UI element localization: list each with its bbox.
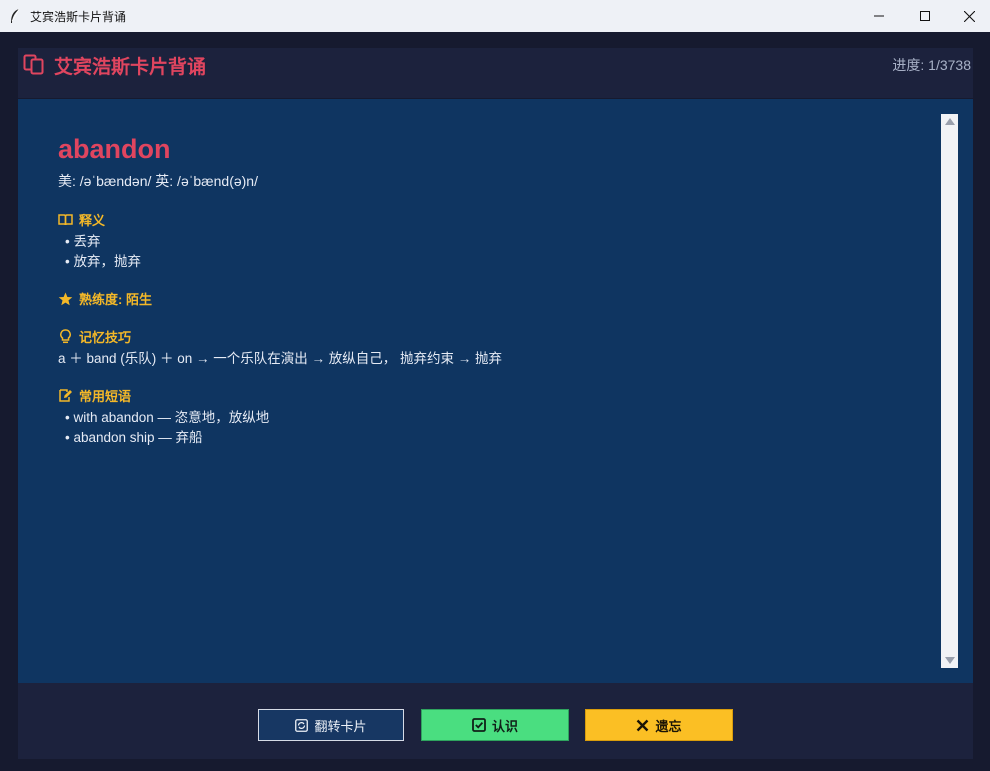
know-button[interactable]: 认识: [421, 709, 569, 741]
definition-item: • 放弃，抛弃: [65, 254, 141, 269]
card-scrollbar[interactable]: [941, 114, 958, 668]
phrase-item: • with abandon — 恣意地，放纵地: [65, 410, 270, 425]
definition-title: 释义: [79, 213, 106, 228]
proficiency-heading: 熟练度: 陌生: [58, 289, 152, 308]
close-icon: [963, 10, 975, 22]
window-titlebar: 艾宾浩斯卡片背诵: [0, 0, 990, 33]
flip-card-button[interactable]: 翻转卡片: [258, 709, 404, 741]
scroll-up-arrow[interactable]: [945, 118, 955, 125]
rotate-icon: [295, 718, 309, 732]
scroll-down-arrow[interactable]: [945, 657, 955, 664]
maximize-icon: [920, 11, 930, 21]
lightbulb-icon: [60, 329, 71, 344]
word-heading: abandon: [58, 134, 171, 164]
app-name: 艾宾浩斯卡片背诵: [54, 57, 207, 78]
feather-icon: [11, 8, 20, 23]
phrase-item: • abandon ship — 弃船: [65, 430, 203, 445]
phonetic: 美: /əˈbændən/ 英: /əˈbænd(ə)n/: [58, 173, 258, 189]
window-title: 艾宾浩斯卡片背诵: [30, 10, 127, 24]
forgot-button[interactable]: 遗忘: [585, 709, 733, 741]
star-icon: [58, 292, 73, 305]
minimize-button[interactable]: [856, 0, 902, 32]
proficiency-label: 熟练度: 陌生: [79, 292, 152, 307]
maximize-button[interactable]: [902, 0, 948, 32]
memory-heading: 记忆技巧: [58, 327, 131, 346]
memory-tip: a ＋ band (乐队) ＋ on → 一个乐队在演出 → 放纵自己， 抛弃约…: [58, 351, 503, 366]
close-button[interactable]: [946, 0, 990, 32]
app-header: 艾宾浩斯卡片背诵 进度: 1/3738: [18, 48, 973, 98]
check-square-icon: [472, 718, 486, 732]
know-label: 认识: [491, 718, 518, 734]
forgot-label: 遗忘: [655, 718, 682, 734]
definition-heading: 释义: [58, 210, 105, 229]
progress-indicator: 进度: 1/3738: [892, 57, 971, 73]
phrases-title: 常用短语: [79, 389, 132, 404]
cards-icon: [23, 54, 44, 75]
memory-title: 记忆技巧: [79, 330, 132, 345]
x-icon: [637, 719, 649, 731]
phrases-heading: 常用短语: [58, 386, 131, 405]
flip-card-label: 翻转卡片: [314, 718, 367, 734]
edit-icon: [59, 389, 72, 402]
definition-item: • 丢弃: [65, 234, 101, 249]
minimize-icon: [874, 15, 884, 17]
book-icon: [58, 213, 73, 225]
